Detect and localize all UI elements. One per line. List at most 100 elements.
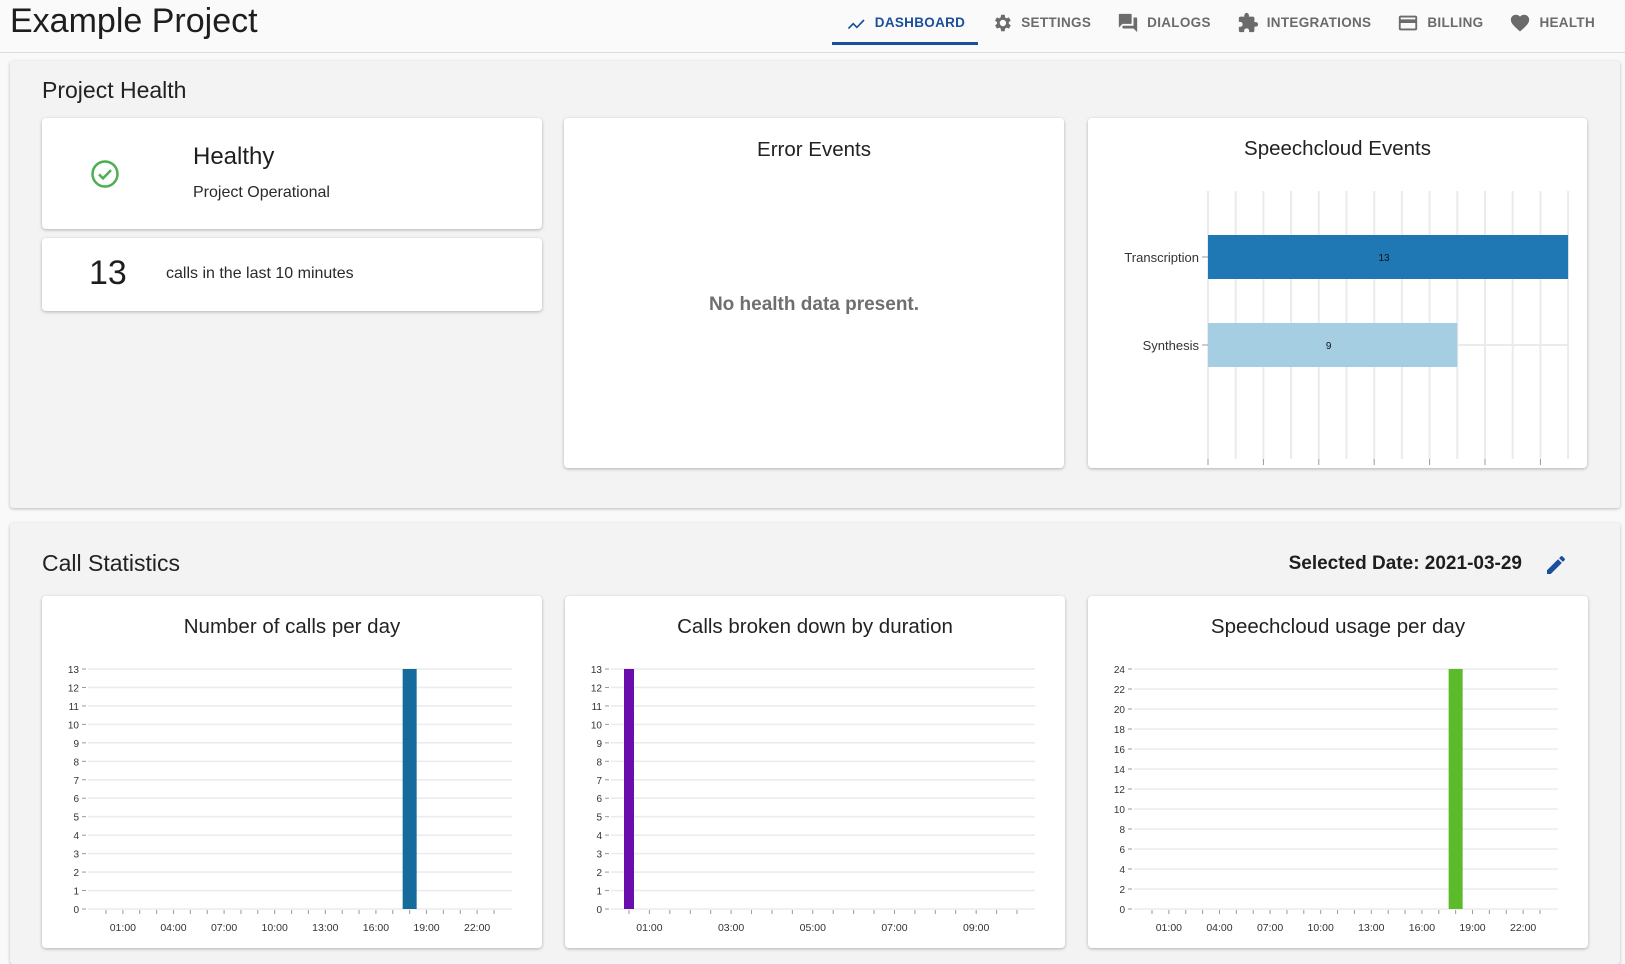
y-tick-label: 10 — [68, 720, 80, 731]
bar — [624, 669, 634, 909]
section-title: Call Statistics — [42, 550, 181, 576]
recent-calls-label: calls in the last 10 minutes — [166, 265, 354, 282]
call-statistics-panel: Call Statistics Selected Date: 2021-03-2… — [10, 523, 1620, 964]
speechcloud-usage-card: Speechcloud usage per day 0 2 4 6 8 10 12 14 16 1… — [1088, 596, 1588, 948]
y-tick-label: Transcription — [1124, 250, 1199, 265]
speechcloud-events-card: Speechcloud Events Transcription 13 Synthe… — [1088, 118, 1587, 468]
calls-by-duration-chart: 01234567891011121301:00 03:00 05:00 07:00 09… — [591, 665, 1035, 934]
recent-calls-count: 13 — [89, 254, 127, 292]
y-tick-label: 2 — [73, 868, 79, 879]
status-subtitle: Project Operational — [193, 184, 330, 201]
y-tick-label: 5 — [73, 813, 79, 824]
y-tick-label: 10 — [1114, 805, 1126, 816]
bar-data-label: 13 — [1378, 253, 1390, 264]
error-events-card: Error Events No health data present. — [564, 118, 1064, 468]
tab-label: SETTINGS — [1021, 15, 1092, 30]
y-tick-label: 6 — [596, 794, 602, 805]
x-tick-label: 10:00 — [262, 922, 288, 934]
bar-synthesis — [1208, 323, 1458, 367]
tab-billing[interactable]: BILLING — [1384, 0, 1496, 45]
project-title: Example Project — [10, 2, 258, 40]
y-tick-label: 8 — [73, 757, 79, 768]
check-circle-icon — [91, 160, 119, 188]
credit-card-icon — [1399, 15, 1418, 30]
x-tick-label: 13:00 — [1358, 922, 1384, 934]
speechcloud-usage-chart: 02468101214161820222401:00 04:00 07:00 10:0… — [1114, 665, 1558, 934]
x-tick-label: 16:00 — [1409, 922, 1435, 934]
x-tick-label: 22:00 — [1510, 922, 1536, 934]
y-tick-label: 18 — [1114, 725, 1126, 736]
project-health-panel: Project Health Healthy Project Operation… — [10, 61, 1620, 508]
tab-integrations[interactable]: INTEGRATIONS — [1224, 0, 1385, 45]
y-tick-label: 0 — [73, 905, 79, 916]
y-tick-label: 7 — [596, 776, 602, 787]
selected-date: Selected Date: 2021-03-29 — [1288, 553, 1522, 574]
tab-dashboard[interactable]: DASHBOARD — [831, 0, 979, 45]
gear-icon — [995, 14, 1012, 31]
x-tick-label: 05:00 — [800, 922, 826, 934]
x-tick-label: 07:00 — [881, 922, 907, 934]
x-tick-label: 01:00 — [110, 922, 136, 934]
section-title: Project Health — [42, 77, 187, 103]
trending-line-icon — [847, 18, 865, 29]
tab-label: HEALTH — [1539, 15, 1595, 30]
tab-label: DIALOGS — [1147, 15, 1211, 30]
y-tick-label: 5 — [596, 813, 602, 824]
pencil-icon[interactable] — [1544, 553, 1568, 577]
y-tick-label: 9 — [596, 739, 602, 750]
x-tick-label: 07:00 — [211, 922, 237, 934]
y-tick-label: 6 — [73, 794, 79, 805]
x-tick-label: 19:00 — [1459, 922, 1485, 934]
empty-state-message: No health data present. — [708, 294, 920, 315]
bar-data-label: 9 — [1326, 341, 1332, 352]
calls-by-duration-card: Calls broken down by duration 0123456789… — [565, 596, 1065, 948]
speechcloud-events-chart: Transcription13Synthesis9024681012 — [1124, 191, 1570, 465]
y-tick-label: 8 — [596, 757, 602, 768]
y-tick-label: 13 — [591, 665, 603, 676]
tab-label: DASHBOARD — [874, 15, 966, 30]
y-tick-label: 8 — [1119, 825, 1125, 836]
y-tick-label: 1 — [596, 887, 602, 898]
x-tick-label: 09:00 — [963, 922, 989, 934]
tab-label: INTEGRATIONS — [1266, 15, 1372, 30]
tab-settings[interactable]: SETTINGS — [978, 0, 1104, 45]
nav-tabs: DASHBOARD SETTINGS DIALOGS INTEGRATIONS … — [831, 0, 1608, 53]
y-tick-label: 13 — [68, 665, 80, 676]
recent-calls-card: 13 calls in the last 10 minutes — [42, 238, 542, 311]
x-tick-label: 19:00 — [413, 922, 439, 934]
x-tick-label: 13:00 — [312, 922, 338, 934]
top-bar: Example Project DASHBOARD SETTINGS DIALO… — [0, 0, 1625, 53]
status-title: Healthy — [193, 143, 275, 170]
y-tick-label: 12 — [591, 683, 603, 694]
card-title: Error Events — [757, 138, 871, 161]
tab-dialogs[interactable]: DIALOGS — [1104, 0, 1224, 45]
calls-per-day-card: Number of calls per day 0 1 2 3 4 5 6 7 8 9 10 11 12… — [42, 596, 542, 948]
y-tick-label: 14 — [1114, 765, 1126, 776]
y-tick-label: 12 — [68, 683, 80, 694]
calls-per-day-chart: 01234567891011121301:00 04:00 07:00 10:00 13… — [68, 665, 512, 934]
y-tick-label: 11 — [69, 702, 80, 713]
y-tick-label: 3 — [73, 850, 79, 861]
tab-label: BILLING — [1427, 15, 1484, 30]
x-tick-label: 04:00 — [160, 922, 186, 934]
y-tick-label: 22 — [1114, 685, 1126, 696]
y-tick-label: 0 — [596, 905, 602, 916]
y-tick-label: 4 — [73, 831, 79, 842]
y-tick-label: 10 — [591, 720, 603, 731]
y-tick-label: 4 — [1119, 865, 1125, 876]
y-tick-label: 3 — [596, 850, 602, 861]
puzzle-piece-icon — [1238, 12, 1258, 32]
x-tick-label: 01:00 — [636, 922, 662, 934]
y-tick-label: 24 — [1114, 665, 1126, 676]
x-tick-label: 07:00 — [1257, 922, 1283, 934]
health-status-card: Healthy Project Operational — [42, 118, 542, 229]
y-tick-label: 7 — [73, 776, 79, 787]
bar — [402, 669, 417, 909]
tab-health[interactable]: HEALTH — [1496, 0, 1608, 45]
y-tick-label: 9 — [73, 739, 79, 750]
y-tick-label: 6 — [1119, 845, 1125, 856]
y-tick-label: 2 — [1119, 885, 1125, 896]
y-tick-label: 11 — [592, 702, 603, 713]
y-tick-label: Synthesis — [1143, 338, 1200, 353]
y-tick-label: 12 — [1114, 785, 1126, 796]
